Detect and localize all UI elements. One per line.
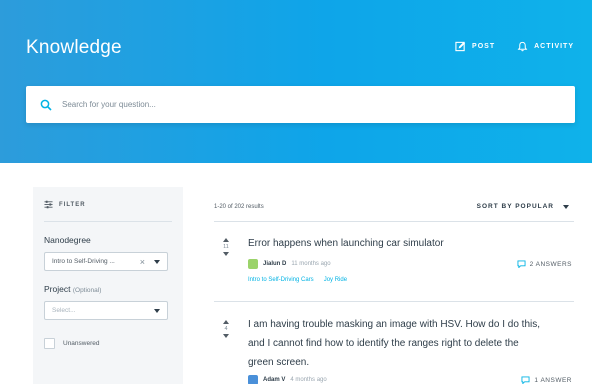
bell-icon (517, 41, 528, 52)
activity-label: ACTIVITY (534, 43, 574, 50)
post-label: POST (472, 43, 496, 50)
avatar (248, 259, 258, 269)
chevron-down-icon (154, 308, 160, 313)
answer-count[interactable]: 2 ANSWERS (517, 260, 572, 268)
vote-control: 11 (221, 238, 231, 256)
sort-label: SORT BY POPULAR (476, 203, 554, 210)
comment-icon (521, 376, 530, 384)
tag[interactable]: Intro to Self-Driving Cars (248, 277, 314, 283)
post-time: 11 months ago (291, 261, 331, 267)
chevron-down-icon (563, 204, 569, 209)
vote-count: 4 (224, 326, 228, 332)
nanodegree-selected-value: Intro to Self-Driving ... (52, 258, 115, 265)
project-placeholder: Select... (52, 307, 76, 314)
project-label: Project (Optional) (44, 284, 172, 294)
chevron-down-icon (154, 259, 160, 264)
post-button[interactable]: POST (455, 41, 495, 52)
search-input[interactable] (62, 100, 542, 109)
activity-button[interactable]: ACTIVITY (517, 41, 574, 52)
comment-icon (517, 260, 526, 268)
project-optional-text: (Optional) (72, 287, 102, 294)
filter-header: FILTER (44, 200, 172, 222)
unanswered-filter[interactable]: Unanswered (44, 338, 172, 349)
question-title[interactable]: I am having trouble masking an image wit… (248, 315, 540, 372)
search-icon (40, 99, 52, 111)
question-title[interactable]: Error happens when launching car simulat… (248, 234, 444, 253)
downvote-icon[interactable] (223, 334, 229, 338)
page-title: Knowledge (26, 37, 122, 58)
edit-icon (455, 41, 466, 52)
filter-label: FILTER (59, 201, 86, 208)
project-select[interactable]: Select... (44, 301, 168, 320)
question-title-line: and I cannot find how to identify the ra… (248, 338, 519, 349)
question-meta: Jialun D 11 months ago (248, 259, 331, 269)
header-actions: POST ACTIVITY (455, 41, 574, 52)
question-item[interactable]: 11 Error happens when launching car simu… (214, 221, 574, 301)
downvote-icon[interactable] (223, 252, 229, 256)
tag[interactable]: Joy Ride (324, 277, 347, 283)
filter-icon (44, 200, 53, 209)
unanswered-label: Unanswered (63, 340, 100, 347)
upvote-icon[interactable] (223, 238, 229, 242)
question-meta: Adam V 4 months ago (248, 375, 327, 384)
question-title-line: green screen. (248, 357, 310, 368)
upvote-icon[interactable] (223, 320, 229, 324)
author-name[interactable]: Jialun D (263, 261, 286, 267)
nanodegree-select[interactable]: Intro to Self-Driving ... × (44, 252, 168, 271)
results-count: 1-20 of 202 results (214, 204, 264, 210)
unanswered-checkbox[interactable] (44, 338, 55, 349)
avatar (248, 375, 258, 384)
filter-sidebar: FILTER Nanodegree Intro to Self-Driving … (33, 187, 183, 384)
question-item[interactable]: 4 I am having trouble masking an image w… (214, 301, 574, 384)
question-title-line: I am having trouble masking an image wit… (248, 319, 541, 330)
project-label-text: Project (44, 284, 71, 294)
search-box[interactable] (26, 86, 575, 123)
answer-count-label: 1 ANSWER (534, 376, 572, 384)
tag-list: Intro to Self-Driving Cars Joy Ride (248, 277, 347, 283)
vote-control: 4 (221, 320, 231, 338)
author-name[interactable]: Adam V (263, 377, 285, 383)
vote-count: 11 (223, 244, 229, 250)
clear-icon[interactable]: × (140, 257, 145, 267)
answer-count-label: 2 ANSWERS (529, 260, 572, 268)
answer-count[interactable]: 1 ANSWER (521, 376, 572, 384)
nanodegree-label: Nanodegree (44, 235, 91, 245)
post-time: 4 months ago (290, 377, 327, 383)
hero-header: Knowledge POST ACTIVITY (0, 0, 592, 163)
sort-dropdown[interactable]: SORT BY POPULAR (477, 203, 569, 210)
